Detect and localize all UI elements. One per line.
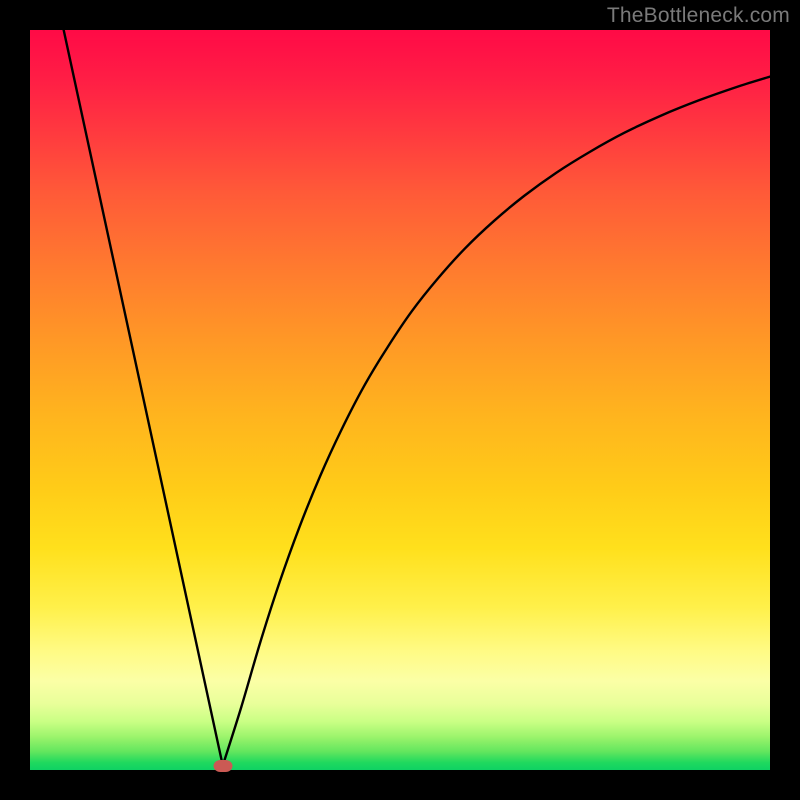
watermark-text: TheBottleneck.com bbox=[607, 4, 790, 28]
plot-area bbox=[30, 30, 770, 770]
image-frame: TheBottleneck.com bbox=[0, 0, 800, 800]
minimum-marker bbox=[213, 760, 232, 772]
curve-path bbox=[64, 30, 770, 766]
bottleneck-curve bbox=[30, 30, 770, 770]
